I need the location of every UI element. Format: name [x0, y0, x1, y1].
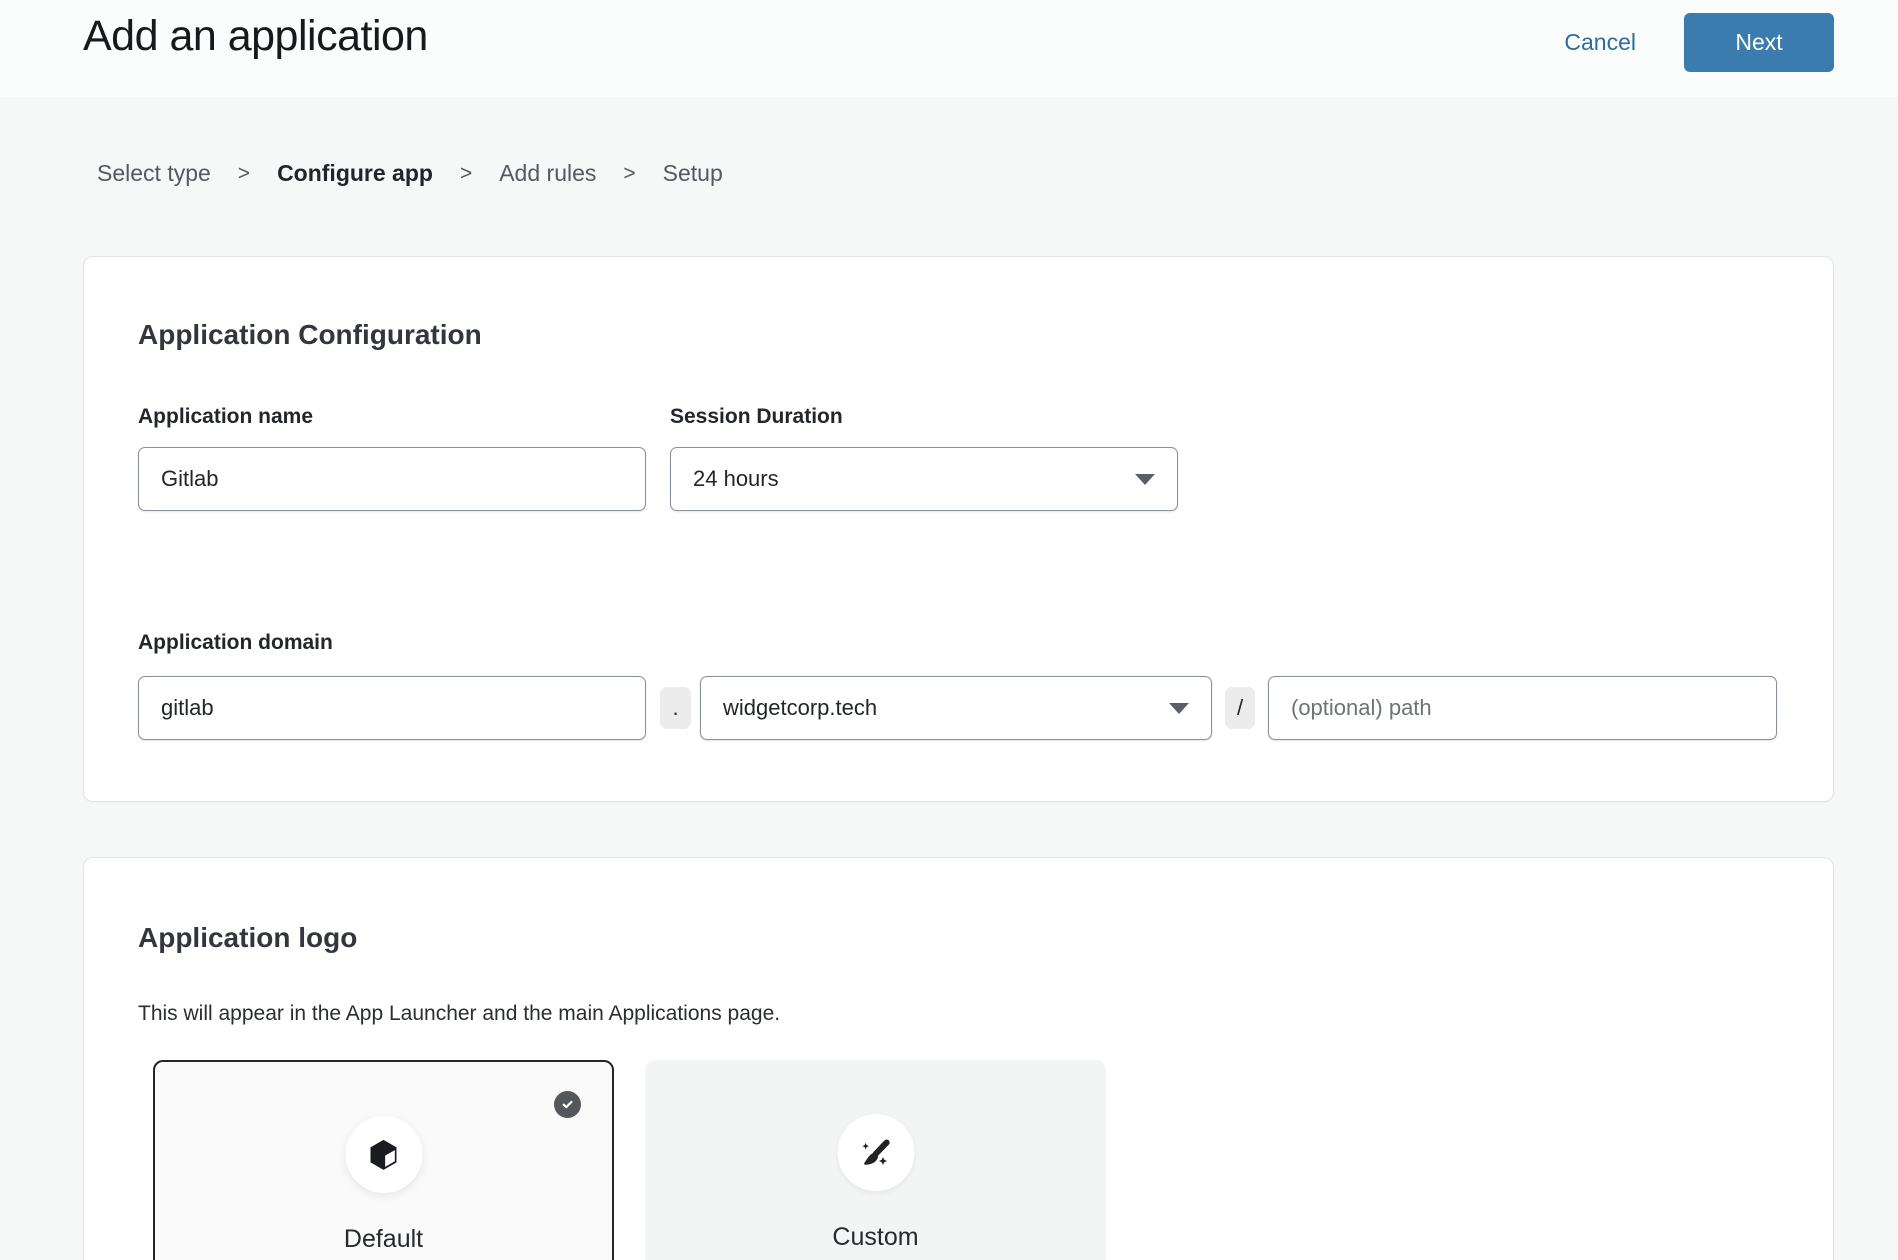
cube-icon [364, 1135, 404, 1175]
subdomain-input[interactable] [138, 676, 646, 740]
breadcrumb-select-type[interactable]: Select type [97, 160, 211, 187]
page-title: Add an application [83, 12, 428, 61]
session-duration-select[interactable]: 24 hours [670, 447, 1178, 511]
breadcrumb-add-rules[interactable]: Add rules [499, 160, 596, 187]
application-domain-label: Application domain [138, 631, 333, 655]
add-application-page: Add an application Cancel Next Select ty… [0, 0, 1898, 1260]
application-logo-card: Application logo This will appear in the… [83, 857, 1834, 1260]
chevron-down-icon [1169, 703, 1189, 714]
application-configuration-card: Application Configuration Application na… [83, 256, 1834, 802]
domain-select[interactable]: widgetcorp.tech [700, 676, 1212, 740]
header-actions: Cancel Next [1564, 13, 1834, 72]
domain-slash-separator: / [1225, 687, 1255, 729]
breadcrumb-separator: > [623, 162, 635, 186]
application-configuration-title: Application Configuration [138, 319, 482, 351]
logo-option-label: Default [155, 1225, 612, 1254]
logo-option-custom[interactable]: Custom [645, 1060, 1106, 1260]
breadcrumb: Select type > Configure app > Add rules … [97, 160, 723, 187]
selected-check-icon [554, 1091, 581, 1118]
path-input[interactable] [1268, 676, 1777, 740]
application-logo-title: Application logo [138, 922, 357, 954]
domain-dot-separator: . [660, 687, 691, 729]
breadcrumb-separator: > [238, 162, 250, 186]
breadcrumb-setup[interactable]: Setup [663, 160, 723, 187]
paintbrush-icon [856, 1133, 896, 1173]
chevron-down-icon [1135, 474, 1155, 485]
default-logo-circle [345, 1116, 422, 1193]
logo-option-label: Custom [645, 1223, 1106, 1252]
session-duration-label: Session Duration [670, 405, 843, 429]
cancel-button[interactable]: Cancel [1564, 29, 1636, 56]
breadcrumb-separator: > [460, 162, 472, 186]
breadcrumb-configure-app[interactable]: Configure app [277, 160, 433, 187]
application-logo-description: This will appear in the App Launcher and… [138, 1002, 780, 1026]
custom-logo-circle [837, 1114, 914, 1191]
next-button[interactable]: Next [1684, 13, 1834, 72]
domain-select-value: widgetcorp.tech [723, 695, 877, 721]
session-duration-value: 24 hours [693, 466, 779, 492]
application-name-input[interactable] [138, 447, 646, 511]
logo-option-default[interactable]: Default [153, 1060, 614, 1260]
application-name-label: Application name [138, 405, 313, 429]
